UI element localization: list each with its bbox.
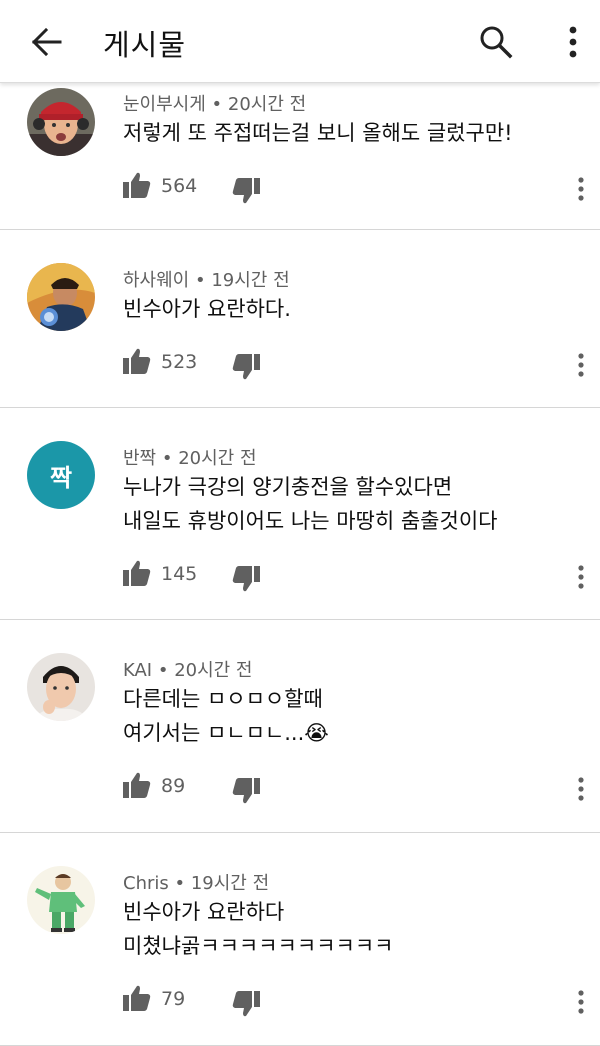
- thumb-up-icon: [123, 985, 151, 1011]
- more-vert-icon: [578, 177, 584, 201]
- more-vert-icon: [578, 990, 584, 1014]
- comment-line: 미쳤냐곩ㅋㅋㅋㅋㅋㅋㅋㅋㅋㅋ: [123, 934, 394, 958]
- meta-separator: •: [157, 660, 175, 681]
- dislike-button[interactable]: [232, 566, 260, 592]
- comment-item: 하사웨이 • 19시간 전 빈수아가 요란하다. 523: [0, 230, 600, 408]
- meta-separator: •: [194, 270, 212, 291]
- comment-line: 누나가 극강의 양기충전을 할수있다면: [123, 475, 453, 499]
- comment-time: 19시간 전: [190, 873, 270, 894]
- comment-time: 19시간 전: [211, 270, 290, 291]
- like-button[interactable]: [123, 560, 151, 586]
- arrow-left-icon: [31, 27, 62, 57]
- search-button[interactable]: [476, 22, 516, 62]
- dislike-button[interactable]: [232, 354, 260, 380]
- comment-menu-button[interactable]: [570, 562, 592, 592]
- comment-line: 여기서는 ㅁㄴㅁㄴ...😭: [123, 721, 329, 745]
- thumb-down-icon: [232, 178, 260, 204]
- meta-separator: •: [211, 94, 228, 115]
- meta-separator: •: [161, 448, 179, 469]
- thumb-up-icon: [123, 560, 151, 586]
- author-name[interactable]: KAI: [123, 660, 152, 681]
- avatar[interactable]: [27, 866, 95, 934]
- author-name[interactable]: 반짝: [123, 448, 156, 469]
- comment-time: 20시간 전: [174, 660, 253, 681]
- more-vert-icon: [569, 26, 577, 58]
- author-name[interactable]: 하사웨이: [123, 270, 189, 291]
- like-button[interactable]: [123, 172, 151, 198]
- comment-meta: Chris • 19시간 전: [123, 869, 269, 895]
- avatar[interactable]: 짝: [27, 441, 95, 509]
- avatar[interactable]: [27, 653, 95, 721]
- thumb-down-icon: [232, 991, 260, 1017]
- comment-menu-button[interactable]: [570, 350, 592, 380]
- thumb-down-icon: [232, 778, 260, 804]
- comment-text: 누나가 극강의 양기충전을 할수있다면 내일도 휴방이어도 나는 마땅히 춤출것…: [123, 470, 497, 538]
- dislike-button[interactable]: [232, 991, 260, 1017]
- comment-item: KAI • 20시간 전 다른데는 ㅁㅇㅁㅇ할때 여기서는 ㅁㄴㅁㄴ...😭 8…: [0, 620, 600, 833]
- page-title: 게시물: [103, 28, 187, 62]
- thumb-down-icon: [232, 566, 260, 592]
- like-count: 564: [161, 175, 198, 197]
- thumb-down-icon: [232, 354, 260, 380]
- comment-menu-button[interactable]: [570, 987, 592, 1017]
- comment-text: 빈수아가 요란하다.: [123, 292, 291, 326]
- meta-separator: •: [174, 873, 191, 894]
- comment-line: 빈수아가 요란하다: [123, 900, 285, 924]
- avatar[interactable]: [27, 263, 95, 331]
- like-count: 79: [161, 988, 186, 1010]
- like-count: 523: [161, 351, 198, 373]
- search-icon: [480, 26, 513, 59]
- author-name[interactable]: Chris: [123, 873, 169, 894]
- author-name[interactable]: 눈이부시게: [123, 94, 206, 115]
- comment-item: 짝 반짝 • 20시간 전 누나가 극강의 양기충전을 할수있다면 내일도 휴방…: [0, 408, 600, 620]
- avatar-letter: 짝: [49, 463, 73, 492]
- comment-text: 다른데는 ㅁㅇㅁㅇ할때 여기서는 ㅁㄴㅁㄴ...😭: [123, 682, 329, 750]
- comment-text: 저렇게 또 주접떠는걸 보니 올해도 글렀구만!: [123, 116, 513, 150]
- comment-meta: KAI • 20시간 전: [123, 656, 253, 682]
- back-button[interactable]: [26, 22, 68, 62]
- comment-time: 20시간 전: [227, 94, 307, 115]
- comment-meta: 하사웨이 • 19시간 전: [123, 266, 290, 292]
- comment-item: 눈이부시게 • 20시간 전 저렇게 또 주접떠는걸 보니 올해도 글렀구만! …: [0, 82, 600, 230]
- dislike-button[interactable]: [232, 178, 260, 204]
- comment-time: 20시간 전: [178, 448, 257, 469]
- like-count: 145: [161, 563, 198, 585]
- comment-line: 내일도 휴방이어도 나는 마땅히 춤출것이다: [123, 509, 498, 533]
- like-button[interactable]: [123, 348, 151, 374]
- like-button[interactable]: [123, 985, 151, 1011]
- more-vert-icon: [578, 777, 584, 801]
- comment-list: 눈이부시게 • 20시간 전 저렇게 또 주접떠는걸 보니 올해도 글렀구만! …: [0, 82, 600, 1046]
- comment-item: Chris • 19시간 전 빈수아가 요란하다 미쳤냐곩ㅋㅋㅋㅋㅋㅋㅋㅋㅋㅋ …: [0, 833, 600, 1046]
- like-button[interactable]: [123, 772, 151, 798]
- app-bar: 게시물: [0, 0, 600, 83]
- more-options-button[interactable]: [558, 22, 588, 62]
- dislike-button[interactable]: [232, 778, 260, 804]
- more-vert-icon: [578, 565, 584, 589]
- thumb-up-icon: [123, 772, 151, 798]
- comment-menu-button[interactable]: [570, 774, 592, 804]
- like-count: 89: [161, 775, 186, 797]
- comment-line: 다른데는 ㅁㅇㅁㅇ할때: [123, 687, 323, 711]
- comment-line: 빈수아가 요란하다.: [123, 297, 291, 321]
- thumb-up-icon: [123, 172, 151, 198]
- comment-menu-button[interactable]: [570, 174, 592, 204]
- comment-meta: 반짝 • 20시간 전: [123, 444, 257, 470]
- comment-meta: 눈이부시게 • 20시간 전: [123, 90, 306, 116]
- thumb-up-icon: [123, 348, 151, 374]
- comment-line: 저렇게 또 주접떠는걸 보니 올해도 글렀구만!: [123, 121, 513, 145]
- avatar[interactable]: [27, 88, 95, 156]
- comment-text: 빈수아가 요란하다 미쳤냐곩ㅋㅋㅋㅋㅋㅋㅋㅋㅋㅋ: [123, 895, 393, 963]
- more-vert-icon: [578, 353, 584, 377]
